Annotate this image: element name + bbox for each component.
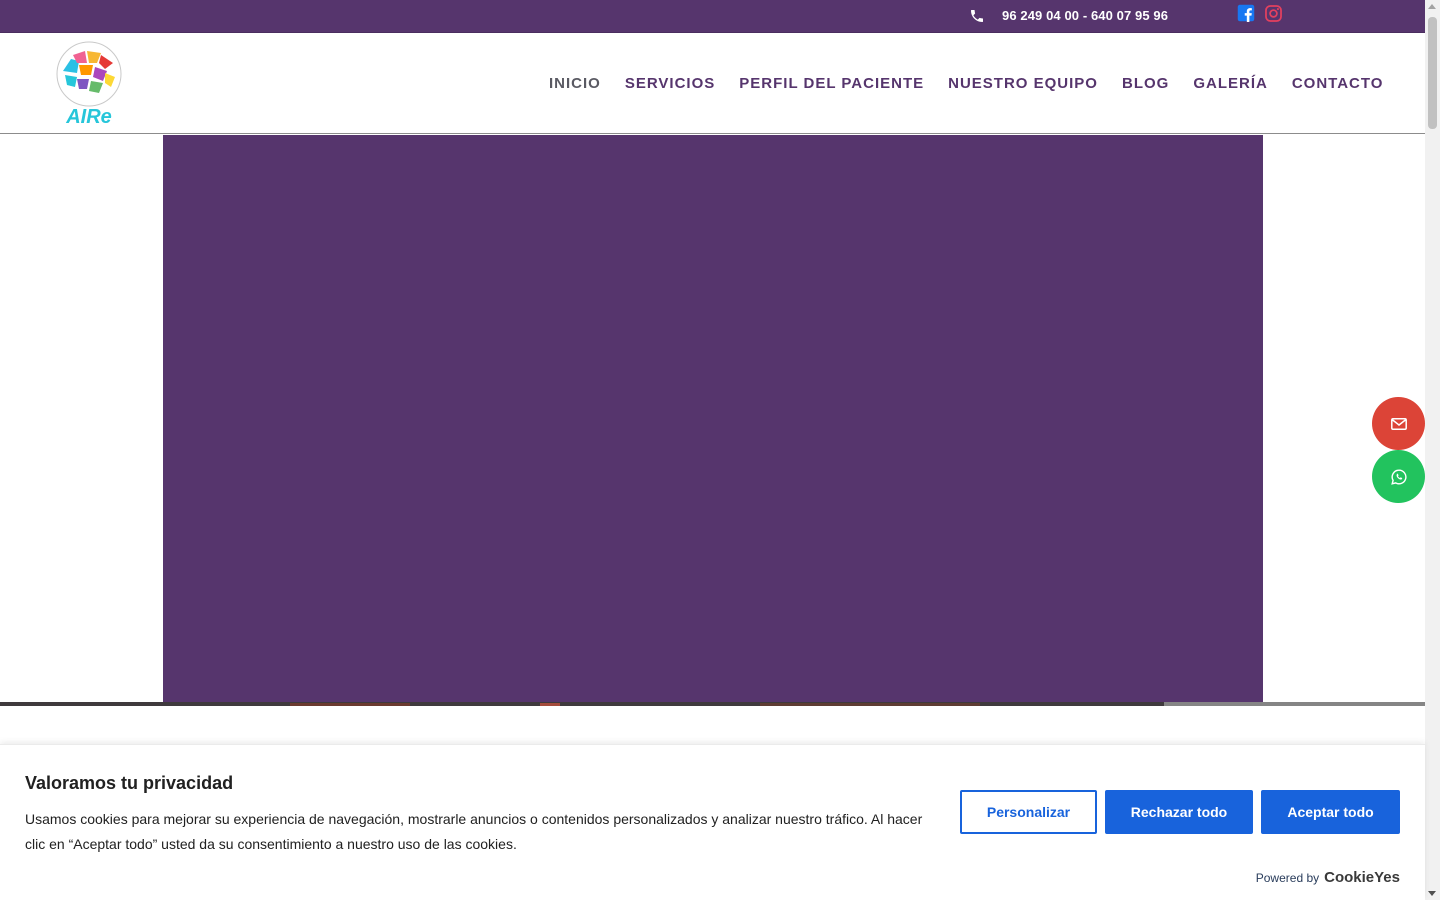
whatsapp-float-button[interactable] xyxy=(1372,450,1425,503)
customize-button[interactable]: Personalizar xyxy=(960,790,1097,834)
image-fragment xyxy=(1164,702,1425,706)
cookie-consent-banner: Valoramos tu privacidad Usamos cookies p… xyxy=(0,744,1425,900)
instagram-icon[interactable] xyxy=(1264,4,1283,23)
facebook-icon[interactable] xyxy=(1237,4,1255,22)
scroll-thumb[interactable] xyxy=(1428,17,1437,129)
hero-image-strip xyxy=(0,702,1425,706)
cookie-title: Valoramos tu privacidad xyxy=(25,773,234,793)
scroll-up-arrow-icon[interactable] xyxy=(1428,4,1436,9)
phone-icon xyxy=(971,10,983,22)
site-header: AIRe INICIO SERVICIOS PERFIL DEL PACIENT… xyxy=(0,33,1425,134)
nav-item-servicios[interactable]: SERVICIOS xyxy=(625,75,715,92)
scroll-down-arrow-icon[interactable] xyxy=(1428,891,1436,896)
email-float-button[interactable] xyxy=(1372,397,1425,450)
powered-by: Powered by CookieYes xyxy=(1256,869,1400,886)
reject-all-button[interactable]: Rechazar todo xyxy=(1105,790,1253,834)
nav-item-perfil-del-paciente[interactable]: PERFIL DEL PACIENTE xyxy=(739,75,924,92)
hero-banner xyxy=(163,135,1263,703)
nav-item-contacto[interactable]: CONTACTO xyxy=(1292,75,1384,92)
nav-item-nuestro-equipo[interactable]: NUESTRO EQUIPO xyxy=(948,75,1098,92)
main-nav: INICIO SERVICIOS PERFIL DEL PACIENTE NUE… xyxy=(549,75,1407,92)
cookieyes-logo[interactable]: CookieYes xyxy=(1324,869,1400,886)
logo-text: AIRe xyxy=(65,106,112,128)
vertical-scrollbar[interactable] xyxy=(1425,0,1440,900)
nav-item-blog[interactable]: BLOG xyxy=(1122,75,1169,92)
nav-item-galeria[interactable]: GALERÍA xyxy=(1193,75,1268,92)
image-fragment xyxy=(290,703,410,706)
cookie-description: Usamos cookies para mejorar su experienc… xyxy=(25,811,923,852)
whatsapp-icon xyxy=(1390,468,1407,485)
nav-item-inicio[interactable]: INICIO xyxy=(549,75,601,92)
mail-icon xyxy=(1390,417,1407,430)
top-bar: 96 249 04 00 - 640 07 95 96 xyxy=(0,0,1425,33)
image-fragment xyxy=(760,703,980,706)
powered-by-label: Powered by xyxy=(1255,871,1320,885)
accept-all-button[interactable]: Aceptar todo xyxy=(1261,790,1400,834)
phone-number[interactable]: 96 249 04 00 - 640 07 95 96 xyxy=(1002,8,1168,23)
aire-logo[interactable]: AIRe xyxy=(55,41,125,129)
page: 96 249 04 00 - 640 07 95 96 AIRe INICIO … xyxy=(0,0,1440,900)
image-fragment xyxy=(540,703,560,706)
